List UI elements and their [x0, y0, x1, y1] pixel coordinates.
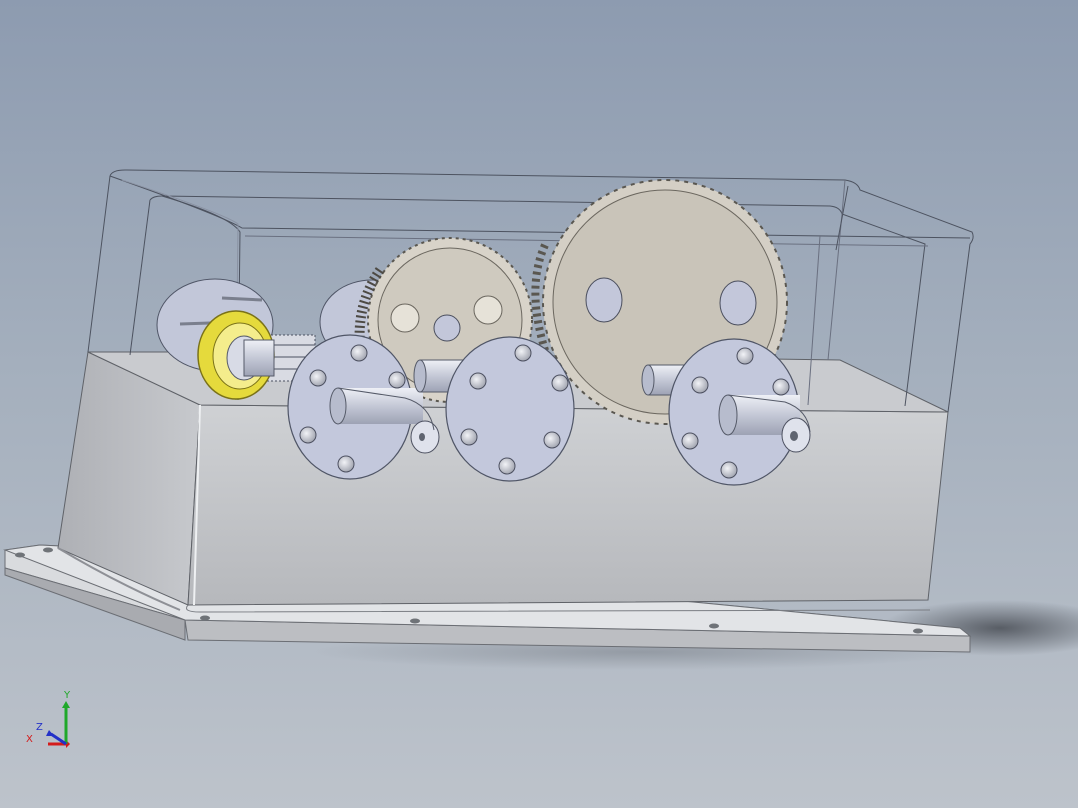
- y-axis-label: Y: [63, 690, 71, 701]
- graphics-viewport[interactable]: X Y Z: [0, 0, 1078, 808]
- x-axis-label: X: [26, 734, 33, 745]
- input-bearing[interactable]: [197, 310, 275, 400]
- coordinate-triad: X Y Z: [26, 690, 71, 748]
- gearbox-model[interactable]: [0, 0, 1078, 808]
- z-axis-label: Z: [36, 722, 43, 733]
